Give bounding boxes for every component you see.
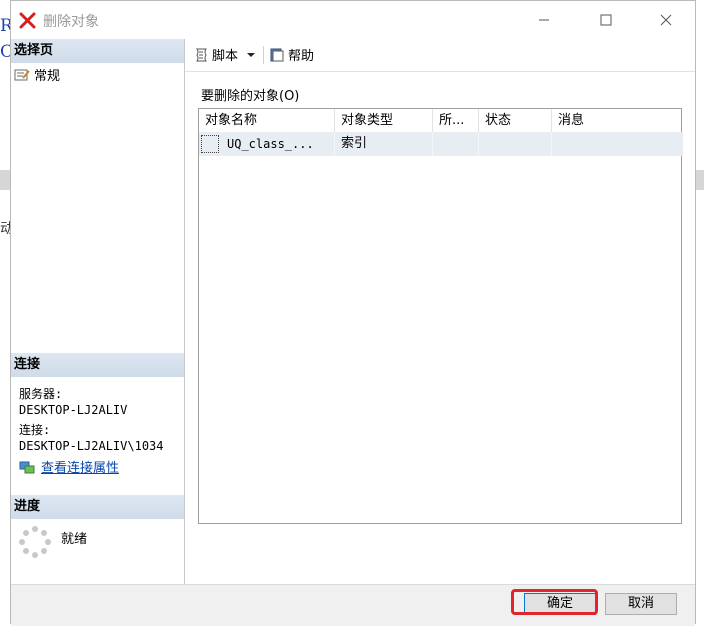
delete-x-icon [19, 11, 37, 29]
column-header-message[interactable]: 消息 [552, 109, 681, 132]
objects-to-delete-label: 要删除的对象(O) [201, 89, 300, 104]
cell-message [552, 132, 681, 156]
page-item-general[interactable]: 常规 [14, 65, 60, 84]
connection-properties-icon [19, 461, 35, 473]
script-button[interactable]: 脚本 [193, 45, 256, 64]
connection-value: DESKTOP-LJ2ALIV\1034 [19, 439, 164, 453]
toolbar: 脚本 帮助 [185, 39, 695, 72]
view-connection-properties-link[interactable]: 查看连接属性 [41, 457, 119, 476]
minimize-icon [539, 19, 549, 21]
select-page-header: 选择页 [11, 39, 184, 63]
help-label: 帮助 [288, 49, 315, 64]
script-label: 脚本 [212, 49, 239, 64]
progress-status-text: 就绪 [61, 532, 88, 547]
cell-object-name: UQ_class_... [221, 132, 335, 156]
window-title: 删除对象 [43, 14, 99, 30]
objects-grid[interactable]: 对象名称 对象类型 所... 状态 消息 UQ_class_... 索引 [198, 108, 683, 524]
help-icon [270, 48, 284, 61]
properties-icon [14, 69, 30, 80]
ok-button-highlight [511, 589, 598, 615]
server-value: DESKTOP-LJ2ALIV [19, 403, 128, 417]
help-button[interactable]: 帮助 [269, 45, 314, 64]
close-icon [660, 14, 672, 26]
connection-label: 连接: [19, 423, 51, 437]
page-item-label: 常规 [34, 69, 61, 84]
background-bar [696, 170, 704, 190]
background-bar [0, 170, 10, 190]
view-connection-properties[interactable]: 查看连接属性 [19, 457, 119, 476]
column-header-type[interactable]: 对象类型 [335, 109, 433, 132]
background-window-edge [0, 0, 10, 632]
column-header-status[interactable]: 状态 [479, 109, 552, 132]
left-pane: 选择页 常规 连接 服务器: DESKTOP-LJ2ALIV 连接: DESKT… [11, 39, 185, 584]
close-button[interactable] [643, 5, 689, 35]
grid-header: 对象名称 对象类型 所... 状态 消息 [199, 109, 681, 133]
cell-object-type: 索引 [335, 132, 433, 156]
title-bar[interactable]: 删除对象 [11, 1, 695, 39]
progress-status: 就绪 [19, 526, 87, 558]
connection-header: 连接 [11, 353, 184, 377]
cell-status [479, 132, 552, 156]
progress-spinner-icon [19, 526, 51, 558]
right-pane: 脚本 帮助 要删除的对象(O) 对象名称 对象类型 所... 状态 消息 UQ_… [185, 39, 695, 584]
delete-object-dialog: 删除对象 选择页 常规 连接 服务器: DESKTOP-LJ2ALIV 连接: … [10, 0, 696, 626]
row-selector[interactable] [201, 135, 219, 153]
table-row[interactable]: UQ_class_... 索引 [199, 132, 683, 156]
maximize-button[interactable] [583, 5, 629, 35]
chevron-down-icon[interactable] [246, 51, 256, 59]
server-label: 服务器: [19, 387, 63, 401]
column-header-owner[interactable]: 所... [433, 109, 479, 132]
column-header-name[interactable]: 对象名称 [199, 109, 335, 132]
script-icon [196, 48, 207, 61]
cell-owner [433, 132, 479, 156]
toolbar-separator [263, 46, 264, 64]
maximize-icon [600, 14, 612, 26]
progress-header: 进度 [11, 495, 184, 519]
cancel-button[interactable]: 取消 [605, 593, 677, 615]
minimize-button[interactable] [521, 5, 567, 35]
